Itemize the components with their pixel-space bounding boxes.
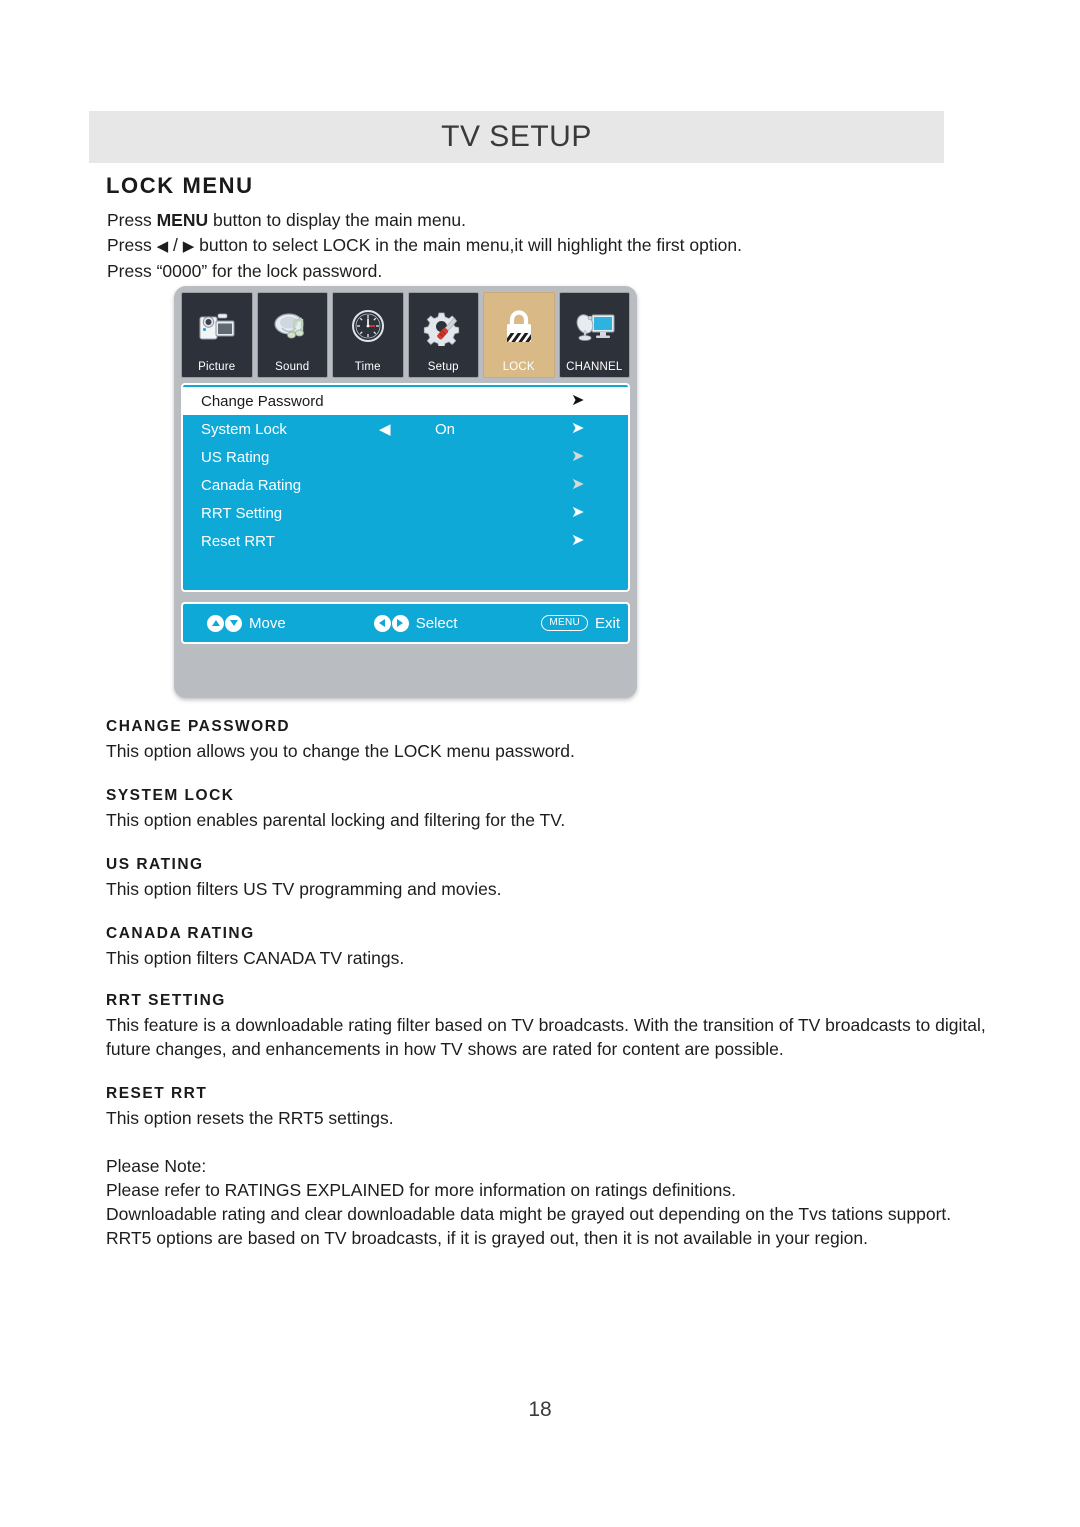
- section-heading-lock-menu: LOCK MENU: [106, 173, 254, 198]
- description-body: This option allows you to change the LOC…: [106, 741, 575, 761]
- up-down-buttons-icon: [207, 614, 242, 632]
- intro-paragraph: Press MENU button to display the main me…: [107, 208, 977, 284]
- osd-menu-item-label: System Lock: [201, 420, 287, 438]
- intro-line1-post: button to display the main menu.: [208, 210, 466, 230]
- osd-tab-setup[interactable]: Setup: [407, 292, 479, 378]
- osd-tab-strip: Picture Sound Time Setup LOCK CHANNEL: [181, 292, 630, 378]
- osd-menu-item-label: RRT Setting: [201, 504, 283, 522]
- intro-line-3: Press “0000” for the lock password.: [107, 261, 383, 281]
- osd-tab-time[interactable]: Time: [332, 292, 404, 378]
- osd-menu-item-label: Canada Rating: [201, 476, 302, 494]
- osd-tab-label: CHANNEL: [566, 361, 623, 373]
- osd-illustration: Picture Sound Time Setup LOCK CHANNEL Ch…: [174, 286, 637, 698]
- left-arrow-icon[interactable]: ◀: [379, 422, 391, 437]
- osd-tab-label: LOCK: [502, 361, 535, 373]
- osd-tab-label: Sound: [275, 361, 310, 373]
- gear-screwdriver-icon: [409, 293, 479, 361]
- right-arrow-icon: ➤: [571, 448, 585, 465]
- right-arrow-icon: ➤: [571, 532, 585, 549]
- osd-tab-label: Time: [354, 361, 381, 373]
- up-arrow-icon: [207, 614, 224, 632]
- osd-menu-item-canada-rating[interactable]: Canada Rating ➤: [183, 471, 628, 499]
- osd-tab-label: Setup: [427, 361, 459, 373]
- osd-tab-picture[interactable]: Picture: [181, 292, 253, 378]
- descriptions-section: CHANGE PASSWORD This option allows you t…: [106, 718, 986, 1250]
- clock-icon: [333, 293, 403, 361]
- description-title: RESET RRT: [106, 1085, 208, 1102]
- page-title: TV SETUP: [441, 120, 592, 153]
- padlock-icon: [484, 293, 554, 361]
- description-rrt-setting: RRT SETTING This feature is a downloadab…: [106, 992, 986, 1061]
- intro-line-1: Press MENU button to display the main me…: [107, 208, 977, 233]
- hint-exit: MENU Exit: [541, 615, 620, 632]
- menu-button-icon: MENU: [541, 615, 589, 631]
- left-arrow-icon: ◀: [156, 238, 169, 255]
- page-number: 18: [528, 1398, 552, 1421]
- hint-exit-label: Exit: [595, 614, 621, 632]
- down-arrow-icon: [225, 614, 242, 632]
- description-us-rating: US RATING This option filters US TV prog…: [106, 856, 986, 901]
- description-body: This feature is a downloadable rating fi…: [106, 1015, 986, 1059]
- osd-menu-item-us-rating[interactable]: US Rating ➤: [183, 443, 628, 471]
- osd-tab-label: Picture: [198, 361, 236, 373]
- intro-line1-pre: Press: [107, 210, 157, 230]
- description-canada-rating: CANADA RATING This option filters CANADA…: [106, 925, 986, 970]
- osd-tab-channel[interactable]: CHANNEL: [558, 292, 630, 378]
- intro-line-2: Press ◀ / ▶ button to select LOCK in the…: [107, 233, 977, 259]
- hint-select: Select: [373, 614, 458, 632]
- right-arrow-icon: ▶: [182, 238, 195, 255]
- note-line-2: Please refer to RATINGS EXPLAINED for mo…: [106, 1180, 736, 1200]
- osd-menu-item-system-lock[interactable]: System Lock ◀ On ➤: [183, 415, 628, 443]
- description-body: This option filters CANADA TV ratings.: [106, 948, 405, 968]
- description-title: US RATING: [106, 856, 204, 873]
- camcorder-icon: [182, 293, 252, 361]
- please-note-block: Please Note: Please refer to RATINGS EXP…: [106, 1154, 986, 1250]
- osd-menu-item-change-password[interactable]: Change Password ➤: [183, 387, 628, 415]
- right-arrow-icon[interactable]: ➤: [571, 421, 584, 437]
- osd-inner: Picture Sound Time Setup LOCK CHANNEL Ch…: [180, 292, 631, 692]
- description-body: This option filters US TV programming an…: [106, 879, 502, 899]
- description-title: RRT SETTING: [106, 992, 226, 1009]
- hint-move: Move: [207, 614, 286, 632]
- osd-tab-sound[interactable]: Sound: [256, 292, 328, 378]
- note-line-4: RRT5 options are based on TV broadcasts,…: [106, 1228, 869, 1248]
- speaker-music-note-icon: [258, 293, 328, 361]
- osd-menu-item-value: On: [435, 420, 456, 438]
- left-right-buttons-icon: [373, 614, 409, 632]
- note-line-1: Please Note:: [106, 1156, 207, 1176]
- description-system-lock: SYSTEM LOCK This option enables parental…: [106, 787, 986, 832]
- description-title: CHANGE PASSWORD: [106, 718, 291, 735]
- intro-line2-pre: Press: [107, 235, 157, 255]
- osd-menu-item-label: Reset RRT: [201, 532, 275, 550]
- manual-page: TV SETUP LOCK MENU Press MENU button to …: [0, 0, 1080, 1527]
- hint-move-label: Move: [249, 614, 286, 632]
- osd-tab-lock[interactable]: LOCK: [483, 292, 555, 378]
- right-arrow-icon: ➤: [571, 392, 585, 409]
- description-change-password: CHANGE PASSWORD This option allows you t…: [106, 718, 986, 763]
- menu-keyword: MENU: [156, 210, 209, 230]
- description-body: This option resets the RRT5 settings.: [106, 1108, 394, 1128]
- right-arrow-icon: ➤: [571, 476, 585, 493]
- osd-menu-item-label: Change Password: [201, 392, 324, 410]
- osd-menu-list: Change Password ➤ System Lock ◀ On ➤ US …: [181, 383, 630, 592]
- page-header-band: TV SETUP: [89, 111, 944, 163]
- description-title: SYSTEM LOCK: [106, 787, 235, 804]
- description-body: This option enables parental locking and…: [106, 810, 566, 830]
- note-line-3: Downloadable rating and clear downloadab…: [106, 1204, 952, 1224]
- right-arrow-icon: ➤: [571, 504, 585, 521]
- osd-menu-item-reset-rrt[interactable]: Reset RRT ➤: [183, 527, 628, 555]
- description-reset-rrt: RESET RRT This option resets the RRT5 se…: [106, 1085, 986, 1130]
- left-arrow-icon: [373, 614, 391, 632]
- hint-select-label: Select: [415, 614, 458, 632]
- intro-line2-mid: /: [168, 235, 183, 255]
- satellite-dish-monitor-icon: [560, 293, 630, 361]
- right-arrow-icon: [391, 614, 409, 632]
- osd-hint-bar: Move Select MENU Exit: [181, 602, 630, 644]
- intro-line2-post: button to select LOCK in the main menu,i…: [194, 235, 742, 255]
- osd-menu-item-label: US Rating: [201, 448, 270, 466]
- osd-menu-item-rrt-setting[interactable]: RRT Setting ➤: [183, 499, 628, 527]
- description-title: CANADA RATING: [106, 925, 255, 942]
